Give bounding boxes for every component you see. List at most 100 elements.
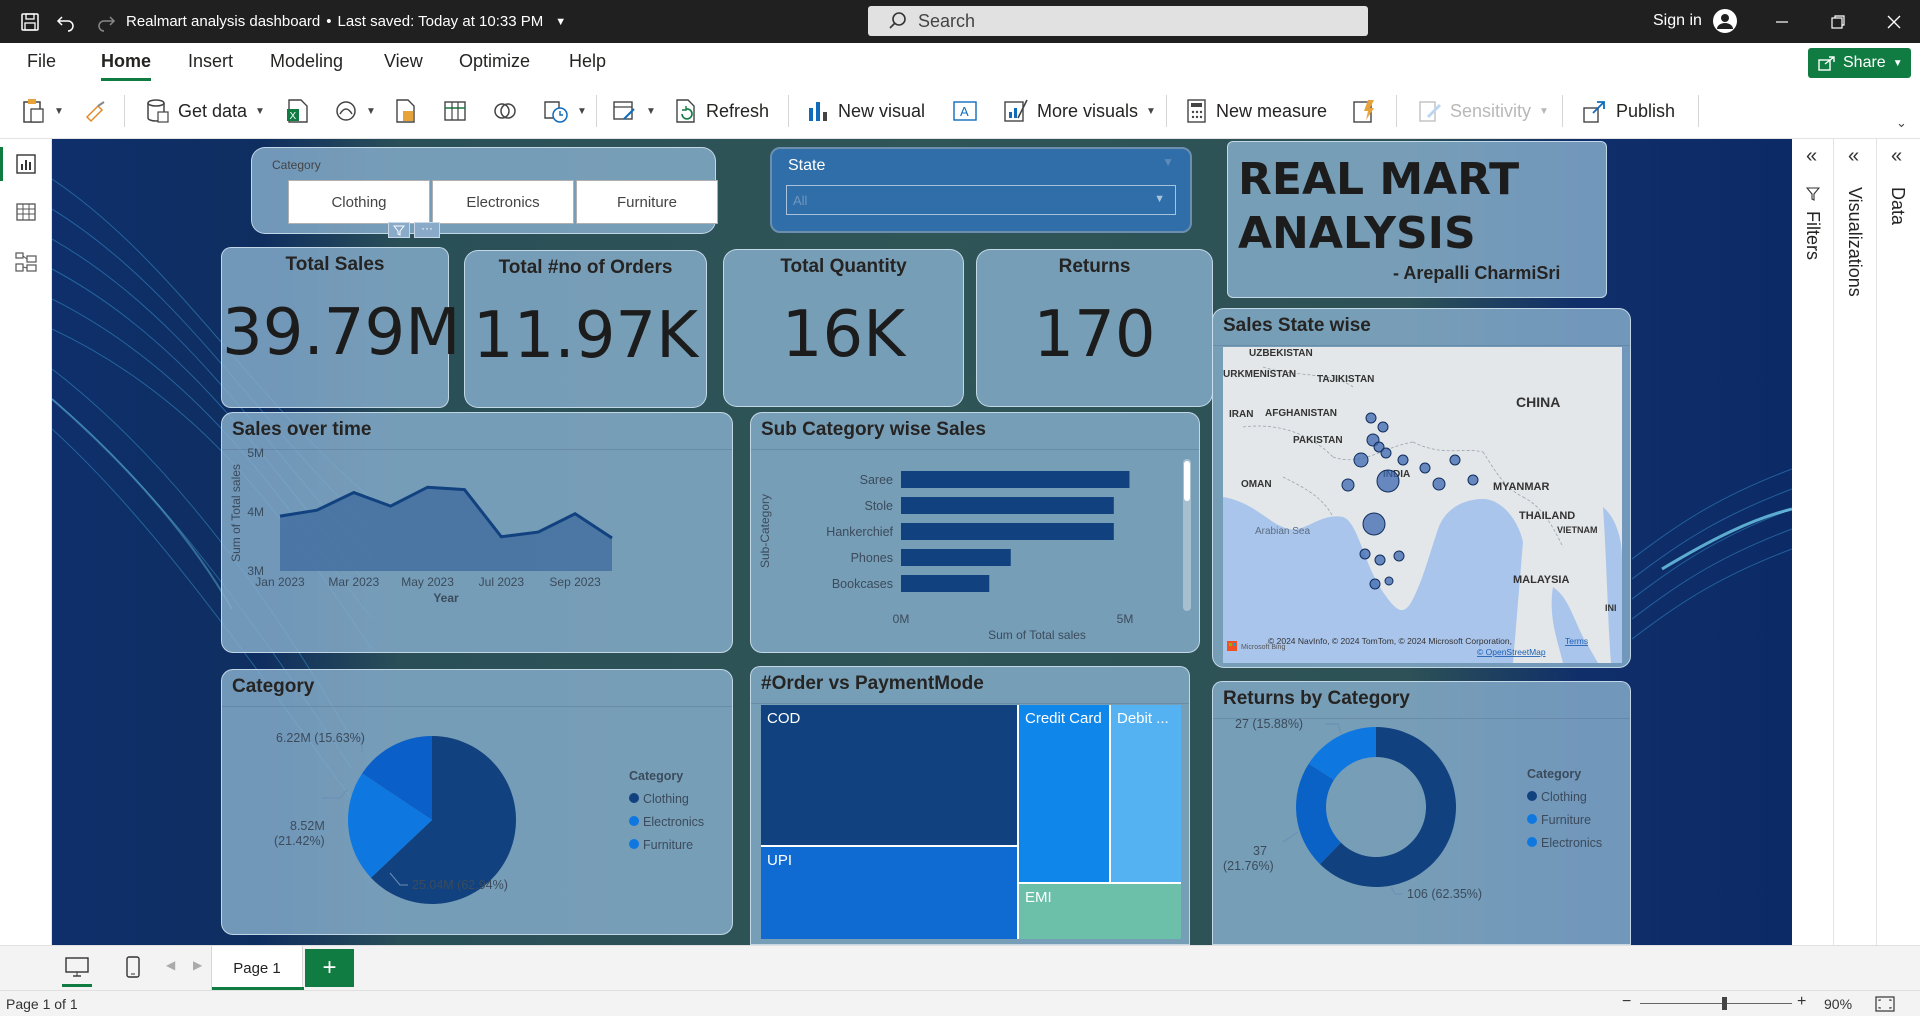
tab-view[interactable]: View — [384, 51, 423, 72]
map-bubble[interactable] — [1419, 462, 1431, 474]
treemap-cell-cod[interactable]: COD — [761, 705, 1019, 847]
mobile-layout-icon[interactable] — [122, 954, 144, 980]
vertical-scrollbar[interactable] — [1183, 459, 1191, 611]
file-title[interactable]: Realmart analysis dashboard • Last saved… — [126, 13, 566, 30]
text-box-button[interactable]: A — [952, 83, 978, 139]
sub-category-visual[interactable]: Sub Category wise Sales Saree Stole Hanker… — [750, 412, 1200, 653]
save-icon[interactable] — [18, 10, 42, 34]
map-terms-link[interactable]: Terms — [1565, 636, 1588, 646]
map-bubble[interactable] — [1359, 548, 1371, 560]
map-bubble[interactable] — [1362, 512, 1386, 536]
map-bubble[interactable] — [1380, 447, 1392, 459]
add-page-button[interactable]: + — [305, 949, 354, 987]
returns-by-category-visual[interactable]: Returns by Category 106 (62.35%) 37 (21.76… — [1212, 681, 1631, 945]
treemap-cell-upi[interactable]: UPI — [761, 847, 1019, 939]
format-painter-button[interactable] — [84, 83, 108, 139]
tab-insert[interactable]: Insert — [188, 51, 233, 72]
zoom-out-icon[interactable]: − — [1622, 993, 1631, 1011]
map-bubble[interactable] — [1369, 578, 1381, 590]
ribbon-collapse-chevron-icon[interactable]: ⌄ — [1896, 115, 1907, 131]
redo-icon[interactable] — [94, 10, 118, 34]
treemap-cell-credit-card[interactable]: Credit Card — [1019, 705, 1111, 884]
category-pie-visual[interactable]: Category 25.04M (62.94%) 8.52M (21.42%) 6.2… — [221, 669, 733, 935]
user-avatar-icon[interactable] — [1712, 8, 1738, 34]
state-dropdown[interactable]: All ▼ — [786, 185, 1176, 215]
desktop-layout-icon[interactable] — [64, 954, 90, 980]
fit-to-page-icon[interactable] — [1874, 995, 1896, 1013]
map-bubble[interactable] — [1432, 477, 1446, 491]
minimize-icon[interactable] — [1770, 10, 1794, 34]
map-bubble[interactable] — [1341, 478, 1355, 492]
treemap-cell-debit[interactable]: Debit ... — [1111, 705, 1181, 884]
map-bubble[interactable] — [1384, 576, 1394, 586]
transform-data-button[interactable]: ▼ — [612, 83, 656, 139]
sign-in-link[interactable]: Sign in — [1653, 12, 1702, 30]
map-bubble[interactable] — [1449, 454, 1461, 466]
map-bubble[interactable] — [1377, 421, 1389, 433]
tab-optimize[interactable]: Optimize — [459, 51, 530, 72]
tab-help[interactable]: Help — [569, 51, 606, 72]
map-bubble[interactable] — [1376, 469, 1400, 493]
paste-button[interactable]: ▼ — [22, 83, 64, 139]
close-icon[interactable] — [1882, 10, 1906, 34]
zoom-slider[interactable] — [1640, 997, 1792, 1010]
restore-icon[interactable] — [1826, 10, 1850, 34]
tab-home[interactable]: Home — [101, 51, 151, 72]
map-bubble[interactable] — [1467, 474, 1479, 486]
publish-button[interactable]: Publish — [1582, 83, 1675, 139]
model-view-icon[interactable] — [12, 249, 40, 275]
undo-icon[interactable] — [54, 10, 78, 34]
expand-chevrons-icon[interactable]: « — [1806, 145, 1817, 168]
quick-measure-button[interactable] — [1352, 83, 1376, 139]
data-label: 6.22M (15.63%) — [276, 731, 365, 745]
expand-chevrons-icon[interactable]: « — [1891, 145, 1902, 168]
onelake-button[interactable]: ▼ — [334, 83, 376, 139]
search-box[interactable]: Search — [868, 6, 1368, 36]
recent-button[interactable]: ▼ — [543, 83, 587, 139]
treemap-label: EMI — [1025, 889, 1052, 906]
more-visuals-button[interactable]: More visuals ▼ — [1003, 83, 1156, 139]
zoom-slider-thumb[interactable] — [1722, 997, 1727, 1010]
get-data-button[interactable]: Get data ▼ — [146, 83, 265, 139]
table-view-icon[interactable] — [12, 199, 40, 225]
refresh-button[interactable]: Refresh — [674, 83, 769, 139]
filters-pane-collapsed[interactable]: « Filters — [1792, 139, 1834, 945]
dataverse-button[interactable] — [395, 83, 417, 139]
more-options-icon[interactable]: ··· — [414, 222, 440, 238]
slicer-option-electronics[interactable]: Electronics — [432, 180, 574, 224]
map-bubble[interactable] — [1353, 452, 1369, 468]
sales-state-map-visual[interactable]: Sales State wise UZBEKISTAN URKMENISTAN … — [1212, 308, 1631, 668]
map-bubble[interactable] — [1393, 550, 1405, 562]
enter-data-button[interactable] — [443, 83, 467, 139]
share-button[interactable]: Share ▼ — [1808, 48, 1911, 78]
recent-sources-button[interactable] — [492, 83, 518, 139]
new-visual-button[interactable]: New visual — [806, 83, 925, 139]
page-tab-active[interactable]: Page 1 — [211, 946, 304, 990]
new-measure-button[interactable]: New measure — [1186, 83, 1327, 139]
expand-chevrons-icon[interactable]: « — [1848, 145, 1859, 168]
slicer-option-furniture[interactable]: Furniture — [576, 180, 718, 224]
tab-modeling[interactable]: Modeling — [270, 51, 343, 72]
x-axis-title: Year — [433, 591, 459, 605]
map-osm-link[interactable]: © OpenStreetMap — [1477, 647, 1546, 657]
order-vs-paymentmode-visual[interactable]: #Order vs PaymentMode COD Credit Card De… — [750, 666, 1190, 945]
report-view-icon[interactable] — [12, 151, 40, 177]
visualizations-pane-collapsed[interactable]: « Visualizations — [1834, 139, 1877, 945]
map-bubble[interactable] — [1374, 554, 1386, 566]
zoom-in-icon[interactable]: + — [1797, 993, 1806, 1011]
scrollbar-thumb[interactable] — [1184, 461, 1190, 501]
treemap-cell-emi[interactable]: EMI — [1019, 884, 1181, 939]
visual-header-filter-icon[interactable] — [388, 222, 410, 238]
data-pane-collapsed[interactable]: « Data — [1877, 139, 1920, 945]
chevron-down-icon[interactable]: ▼ — [1162, 155, 1174, 169]
next-page-icon[interactable]: ▶ — [193, 958, 202, 972]
map-bubble[interactable] — [1397, 454, 1409, 466]
sub-category-bar-chart: Saree Stole Hankerchief Phones Bookcases 0M 5M… — [758, 471, 1133, 642]
prev-page-icon[interactable]: ◀ — [166, 958, 175, 972]
bar-category-label: Phones — [851, 551, 893, 565]
map-bubble[interactable] — [1365, 412, 1377, 424]
slicer-option-clothing[interactable]: Clothing — [288, 180, 430, 224]
excel-button[interactable]: X — [286, 83, 310, 139]
tab-file[interactable]: File — [27, 51, 56, 72]
sales-over-time-visual[interactable]: Sales over time 5M 4M 3M Jan 2023 Mar 2023 Ma… — [221, 412, 733, 653]
